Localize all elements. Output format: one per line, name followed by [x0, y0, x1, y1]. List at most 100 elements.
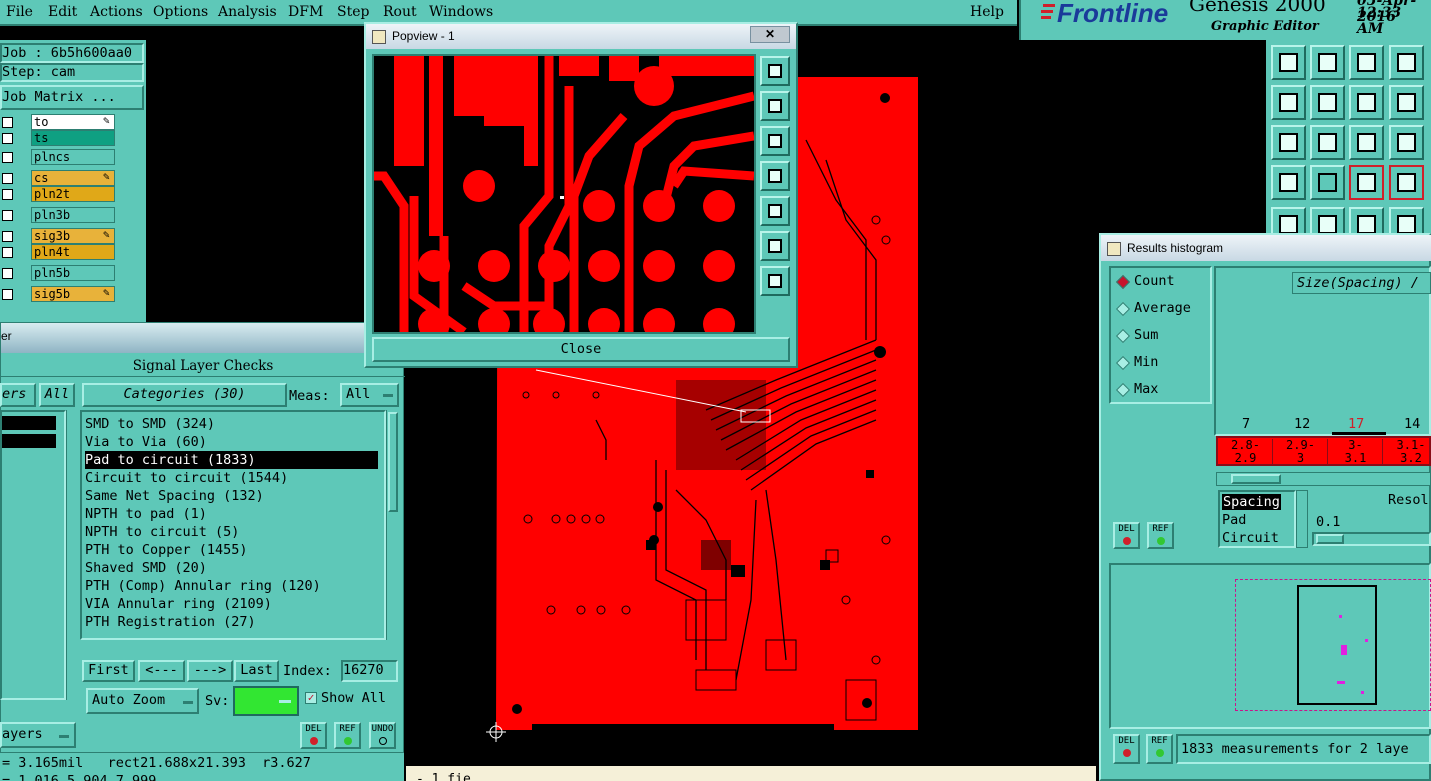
layer-checkbox[interactable] — [2, 173, 13, 184]
menu-windows[interactable]: Windows — [429, 4, 493, 20]
min-radio[interactable]: Min — [1118, 354, 1158, 370]
last-button[interactable]: Last — [234, 660, 279, 682]
layer-checkbox[interactable] — [2, 268, 13, 279]
menu-actions[interactable]: Actions — [90, 4, 143, 20]
bin-range-4[interactable]: 3.1- 3.2 — [1384, 439, 1431, 465]
layer-row[interactable]: ts — [0, 130, 146, 147]
ref-button[interactable]: REF — [334, 722, 361, 749]
layer-list-scrollbar[interactable] — [66, 410, 78, 700]
histogram-hscrollbar[interactable] — [1216, 472, 1431, 486]
menu-options[interactable]: Options — [153, 4, 208, 20]
layer-name[interactable]: ts — [31, 130, 115, 146]
type-scrollbar[interactable] — [1296, 490, 1308, 548]
window-icon[interactable] — [1389, 45, 1424, 80]
menu-file[interactable]: File — [6, 4, 33, 20]
pan-right-icon[interactable] — [760, 196, 790, 226]
bin-range-2[interactable]: 2.9- 3 — [1274, 439, 1328, 465]
layer-selection-row[interactable] — [2, 416, 56, 430]
type-spacing[interactable]: Spacing — [1222, 494, 1281, 510]
undo-view-icon[interactable] — [1349, 85, 1384, 120]
category-item[interactable]: NPTH to circuit (5) — [85, 523, 239, 541]
layer-checkbox[interactable] — [2, 210, 13, 221]
menu-step[interactable]: Step — [337, 4, 369, 20]
pan-left-icon[interactable] — [1271, 85, 1306, 120]
previous-button[interactable]: <--- — [138, 660, 185, 682]
type-circuit[interactable]: Circuit — [1222, 530, 1279, 546]
zoom-out-icon[interactable] — [760, 91, 790, 121]
layers-menu-button[interactable]: ayers — [0, 722, 76, 748]
layer-row[interactable]: pln5b — [0, 265, 146, 282]
layer-row[interactable]: to ✎ — [0, 114, 146, 131]
layer-checkbox[interactable] — [2, 117, 13, 128]
meas-dropdown[interactable]: All — [340, 383, 399, 407]
layer-row[interactable]: pln4t — [0, 244, 146, 261]
layer-row[interactable]: cs ✎ — [0, 170, 146, 187]
layer-name[interactable]: pln2t — [31, 186, 115, 202]
categories-scrollbar[interactable] — [386, 410, 400, 640]
all-layers-tab[interactable]: All — [39, 383, 75, 407]
layer-checkbox[interactable] — [2, 247, 13, 258]
resolution-slider[interactable] — [1312, 532, 1431, 546]
scroll-thumb[interactable] — [1231, 474, 1281, 484]
categories-header[interactable]: Categories (30) — [82, 383, 287, 407]
layer-row[interactable]: sig5b ✎ — [0, 286, 146, 303]
job-matrix-button[interactable]: Job Matrix ... — [0, 85, 144, 110]
type-pad[interactable]: Pad — [1222, 512, 1246, 528]
fit-icon[interactable] — [760, 231, 790, 261]
layer-row[interactable]: pln3b — [0, 207, 146, 224]
category-item[interactable]: Pad to circuit (1833) — [85, 451, 378, 469]
first-button[interactable]: First — [82, 660, 135, 682]
overview-map[interactable] — [1109, 563, 1431, 729]
count-radio[interactable]: Count — [1118, 273, 1175, 289]
category-item[interactable]: NPTH to pad (1) — [85, 505, 207, 523]
next-button[interactable]: ---> — [187, 660, 233, 682]
histogram-del-button[interactable]: DEL — [1113, 522, 1140, 549]
histogram-ref-button[interactable]: REF — [1147, 522, 1174, 549]
category-item[interactable]: PTH to Copper (1455) — [85, 541, 248, 559]
close-icon[interactable]: ✕ — [750, 26, 790, 43]
layers-tab[interactable]: ers — [0, 383, 36, 407]
menu-dfm[interactable]: DFM — [288, 4, 323, 20]
zoom-in-icon[interactable] — [760, 56, 790, 86]
pan-left-icon[interactable] — [760, 161, 790, 191]
menu-edit[interactable]: Edit — [48, 4, 77, 20]
sv-indicator[interactable] — [233, 686, 299, 716]
layer-selection-list[interactable] — [0, 410, 66, 700]
index-field[interactable]: 16270 — [341, 660, 398, 682]
del-button[interactable]: DEL — [300, 722, 327, 749]
layer-checkbox[interactable] — [2, 152, 13, 163]
popview-close-button[interactable]: Close — [372, 337, 790, 362]
menu-rout[interactable]: Rout — [383, 4, 417, 20]
category-item[interactable]: Via to Via (60) — [85, 433, 207, 451]
fit-icon[interactable] — [1271, 125, 1306, 160]
category-item[interactable]: SMD to SMD (324) — [85, 415, 215, 433]
bin-range-1[interactable]: 2.8- 2.9 — [1219, 439, 1273, 465]
sum-radio[interactable]: Sum — [1118, 327, 1158, 343]
menu-analysis[interactable]: Analysis — [218, 4, 277, 20]
category-item[interactable]: PTH (Comp) Annular ring (120) — [85, 577, 321, 595]
redraw-icon[interactable] — [1389, 85, 1424, 120]
scale-1-2-icon[interactable] — [1349, 125, 1384, 160]
layer-checkbox[interactable] — [2, 133, 13, 144]
category-item[interactable]: VIA Annular ring (2109) — [85, 595, 272, 613]
bin-range-row[interactable]: 2.8- 2.9 2.9- 3 3- 3.1 3.1- 3.2 — [1216, 436, 1431, 466]
pan-down-icon[interactable] — [760, 126, 790, 156]
max-radio[interactable]: Max — [1118, 381, 1158, 397]
category-item[interactable]: Same Net Spacing (132) — [85, 487, 264, 505]
layer-name[interactable]: pln4t — [31, 244, 115, 260]
popview-canvas[interactable] — [372, 54, 756, 334]
layer-row[interactable]: sig3b ✎ — [0, 228, 146, 245]
layer-checkbox[interactable] — [2, 231, 13, 242]
show-all-checkbox[interactable]: ✓ — [305, 692, 317, 704]
zoom-down-icon[interactable] — [1310, 45, 1345, 80]
center-icon[interactable] — [760, 266, 790, 296]
zoom-center-icon[interactable] — [1310, 125, 1345, 160]
net-select-icon[interactable] — [1349, 165, 1384, 200]
category-item[interactable]: PTH Registration (27) — [85, 613, 256, 631]
auto-zoom-dropdown[interactable]: Auto Zoom — [86, 688, 199, 714]
palette-icon[interactable] — [1271, 165, 1306, 200]
category-item[interactable]: Shaved SMD (20) — [85, 559, 207, 577]
category-item[interactable]: Circuit to circuit (1544) — [85, 469, 288, 487]
layer-name[interactable]: pln3b — [31, 207, 115, 223]
average-radio[interactable]: Average — [1118, 300, 1191, 316]
